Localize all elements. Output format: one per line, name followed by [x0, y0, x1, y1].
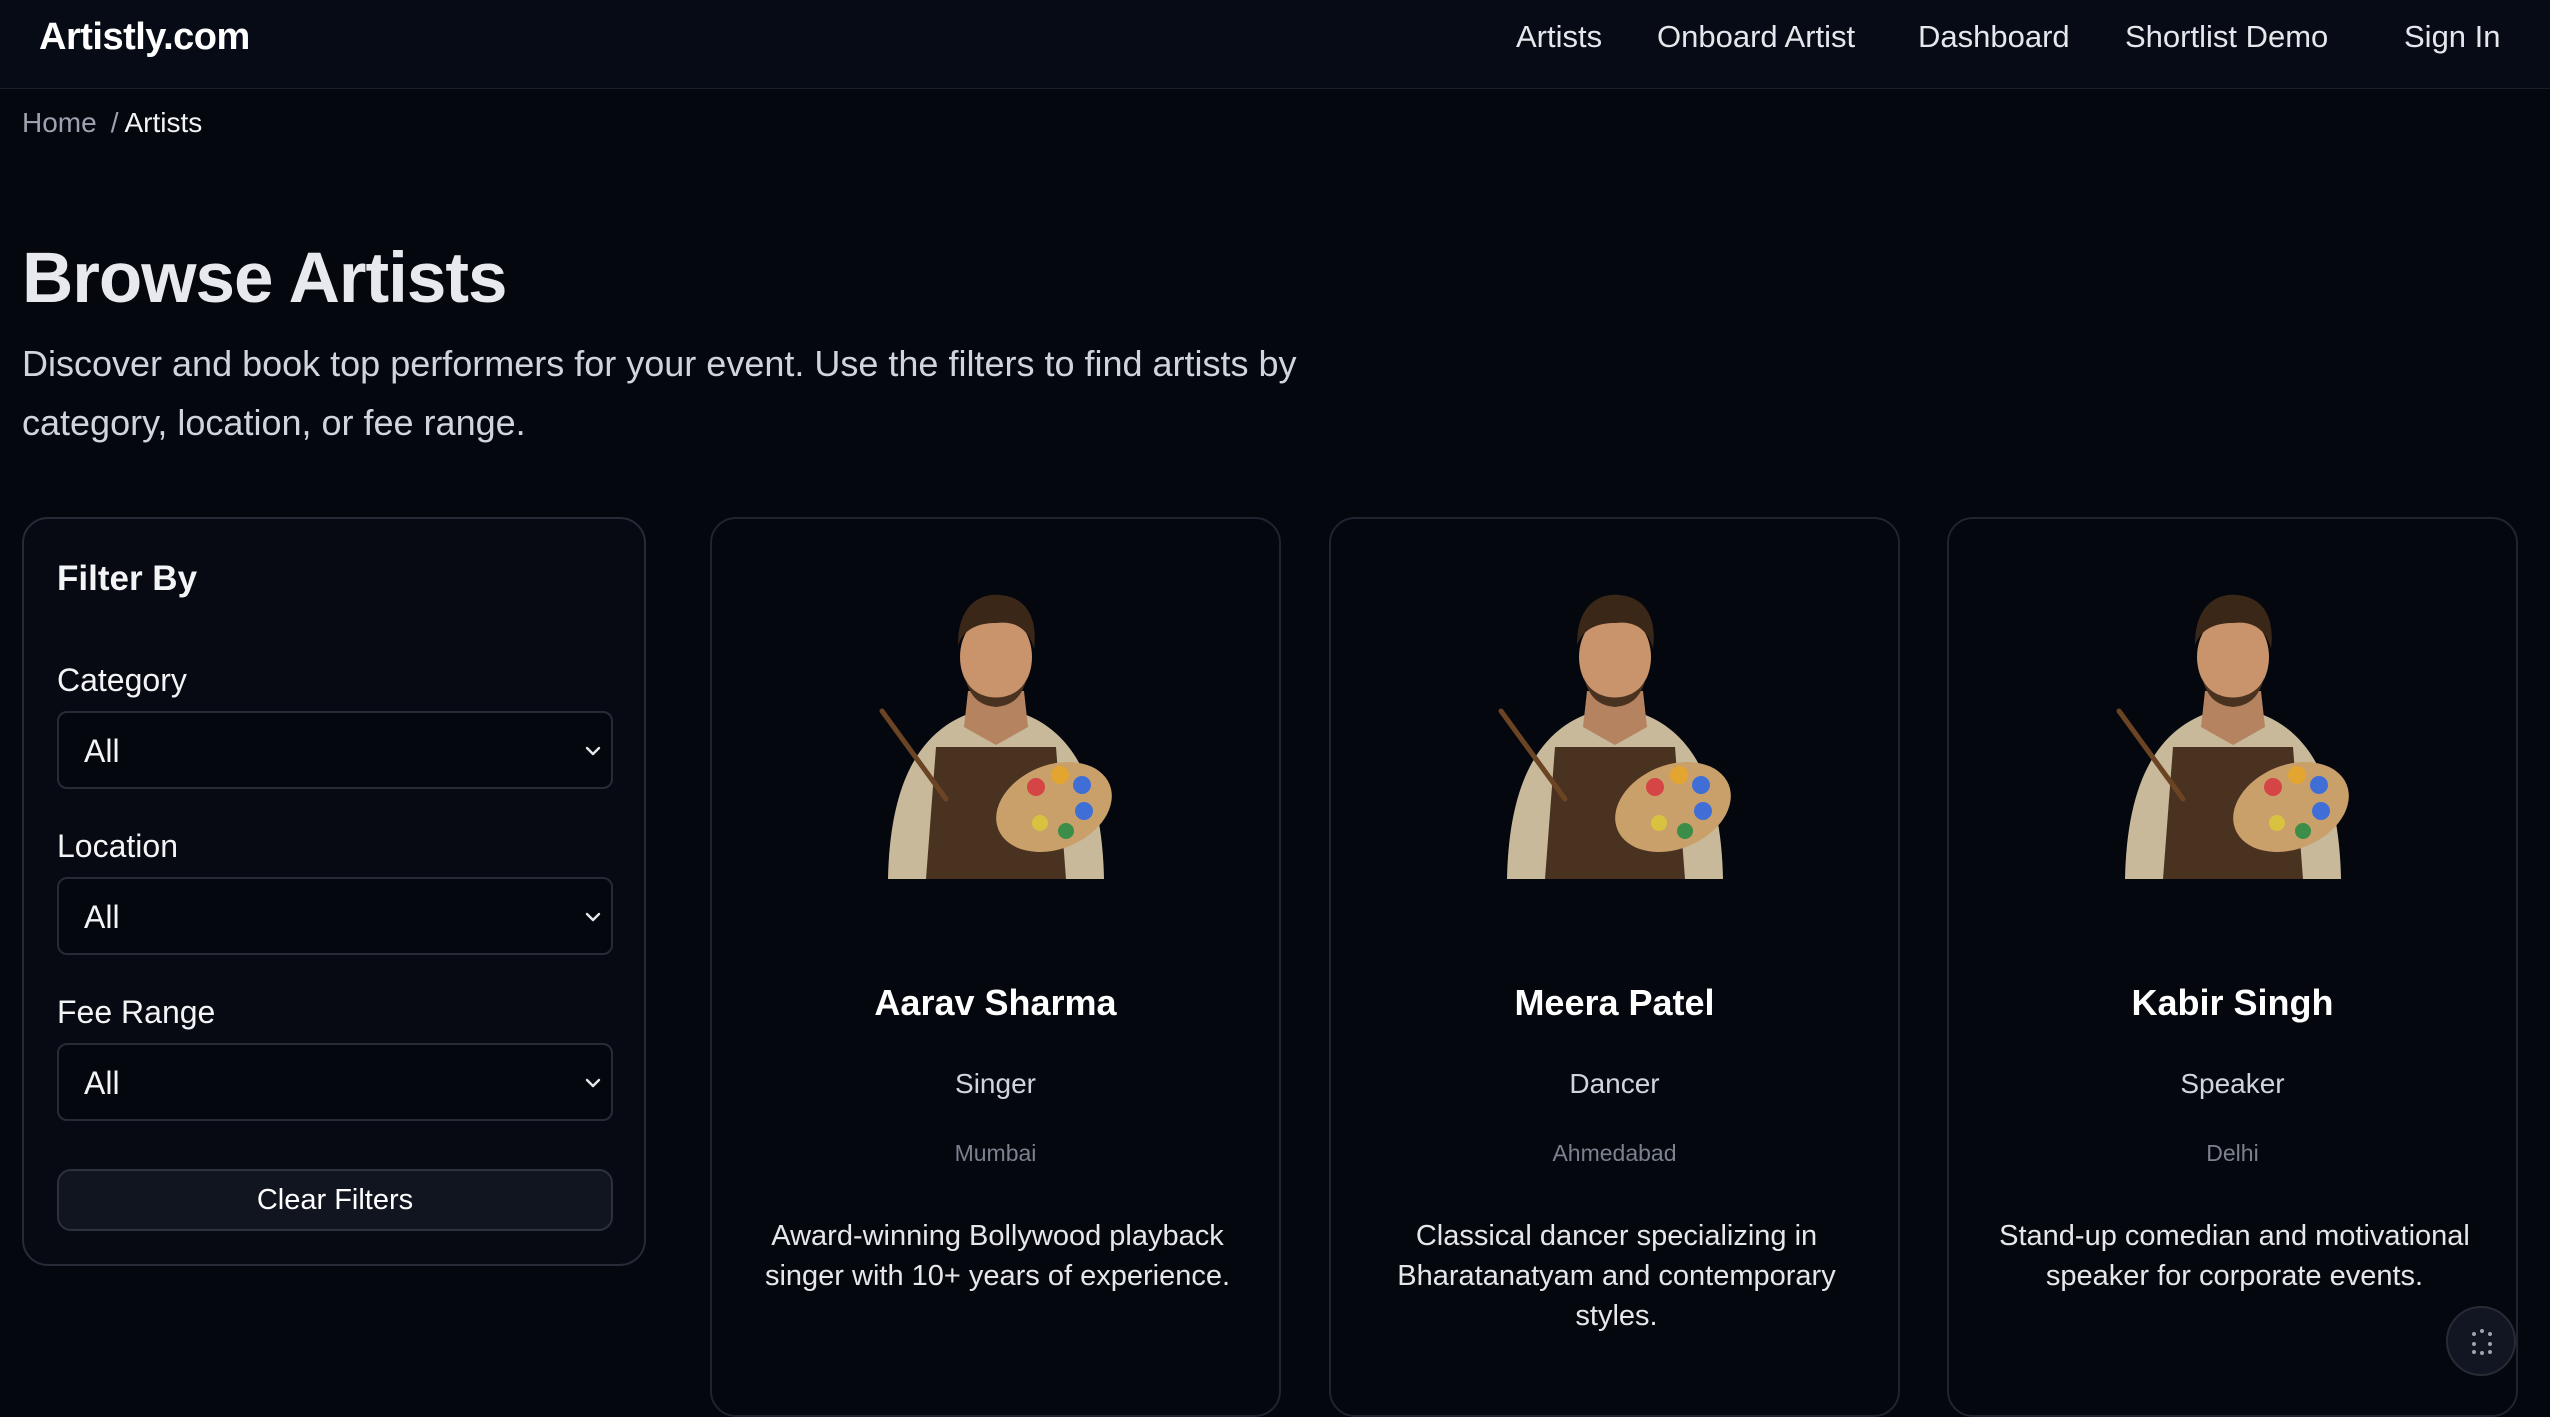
artist-card[interactable]: Meera Patel Dancer Ahmedabad Classical d… [1329, 517, 1900, 1417]
artist-portrait-icon [2116, 594, 2349, 879]
top-navbar: Artistly.com Artists Onboard Artist Dash… [0, 0, 2550, 89]
page-description: Discover and book top performers for you… [22, 343, 1297, 443]
nav-link-shortlist-demo[interactable]: Shortlist Demo [2125, 19, 2328, 55]
nav-link-dashboard[interactable]: Dashboard [1918, 19, 2070, 55]
artist-name: Kabir Singh [2131, 982, 2334, 1023]
artist-card[interactable]: Aarav Sharma Singer Mumbai Award-winning… [710, 517, 1281, 1417]
filter-panel-title: Filter By [57, 559, 198, 598]
artist-card[interactable]: Kabir Singh Speaker Delhi Stand-up comed… [1947, 517, 2518, 1417]
nav-link-onboard-artist[interactable]: Onboard Artist [1657, 19, 1855, 55]
artist-category: Dancer [1569, 1068, 1660, 1099]
fee-range-filter-label: Fee Range [57, 994, 216, 1030]
artist-location: Ahmedabad [1552, 1140, 1677, 1166]
artist-location: Mumbai [954, 1140, 1037, 1166]
sign-in-link[interactable]: Sign In [2404, 19, 2501, 55]
fee-range-select[interactable]: All [57, 1043, 613, 1121]
site-logo[interactable]: Artistly.com [39, 16, 250, 59]
artist-category: Speaker [2180, 1068, 2285, 1099]
chevron-down-icon [585, 912, 601, 922]
artist-bio: Award-winning Bollywood playback singer … [764, 1220, 1231, 1292]
artist-category: Singer [955, 1068, 1036, 1099]
artist-bio: Classical dancer specializing in Bharata… [1397, 1220, 1836, 1332]
grid-dots-icon [2472, 1329, 2492, 1355]
breadcrumb-home-link[interactable]: Home [22, 107, 97, 138]
nav-link-artists[interactable]: Artists [1516, 19, 1602, 55]
chevron-down-icon [585, 1078, 601, 1088]
breadcrumb: Home / Artists [22, 107, 202, 139]
breadcrumb-separator: / [110, 107, 119, 138]
clear-filters-button[interactable]: Clear Filters [57, 1169, 613, 1231]
chevron-down-icon [585, 746, 601, 756]
breadcrumb-current: Artists [124, 107, 203, 138]
category-select[interactable]: All [57, 711, 613, 789]
category-filter-label: Category [57, 662, 187, 698]
location-select[interactable]: All [57, 877, 613, 955]
location-filter-label: Location [57, 828, 178, 864]
page-title: Browse Artists [22, 239, 507, 318]
location-select-value: All [84, 899, 120, 935]
artist-location: Delhi [2206, 1140, 2259, 1166]
artist-name: Meera Patel [1514, 982, 1715, 1023]
artist-portrait-icon [879, 594, 1112, 879]
category-select-value: All [84, 733, 120, 769]
artist-name: Aarav Sharma [874, 982, 1117, 1023]
artist-portrait-icon [1498, 594, 1731, 879]
filter-panel: Filter By Category All Location All Fee … [22, 517, 646, 1266]
fee-range-select-value: All [84, 1065, 120, 1101]
floating-menu-button[interactable] [2446, 1306, 2516, 1376]
artist-bio: Stand-up comedian and motivational speak… [1999, 1220, 2470, 1292]
